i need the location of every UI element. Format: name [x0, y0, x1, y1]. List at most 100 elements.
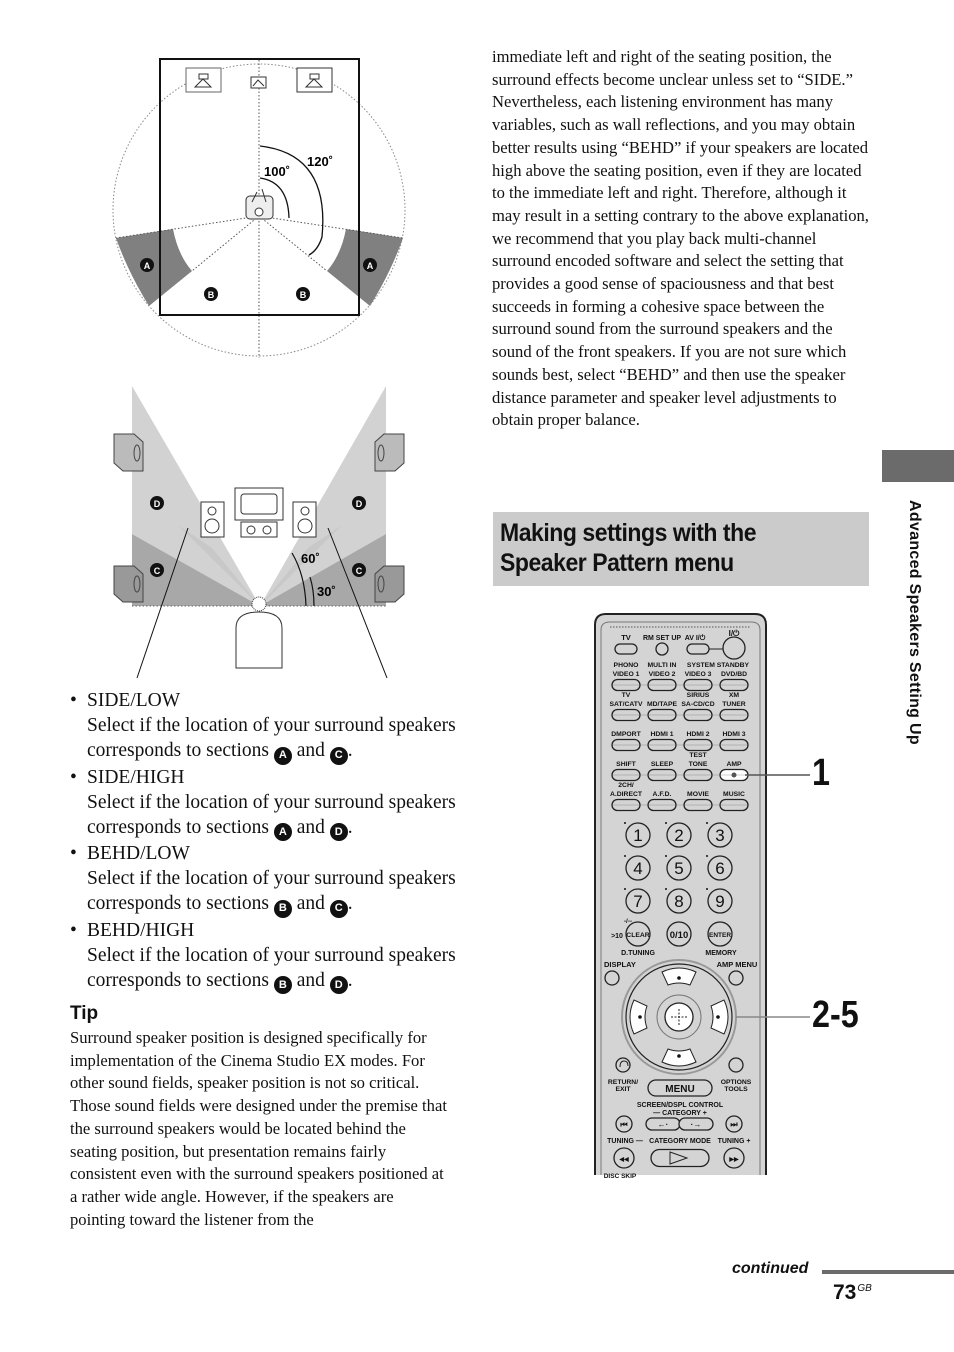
surround-high-right-speaker-icon — [374, 433, 405, 472]
options-tools-button[interactable] — [728, 1057, 744, 1073]
tv-label: TV — [621, 633, 631, 642]
options-tools-label: OPTIONS — [721, 1079, 752, 1086]
menu-label: MENU — [665, 1084, 694, 1095]
paragraph: Nevertheless, each listening environment… — [492, 92, 869, 430]
connector: and — [296, 740, 325, 761]
right-column-text: immediate left and right of the seating … — [492, 46, 872, 432]
rm-set-up-button[interactable] — [655, 642, 669, 656]
option-title: BEHD/LOW — [87, 843, 190, 864]
section-badge: C — [329, 746, 348, 765]
front-right-speaker-icon — [292, 501, 317, 538]
section-badge-b-left: B — [204, 287, 218, 301]
button-label: SLEEP — [651, 761, 674, 768]
speaker-position-diagram-top: 100˚ 120˚ A A B B — [112, 58, 406, 358]
enter-label: ENTER — [709, 932, 731, 939]
option-title: BEHD/HIGH — [87, 919, 195, 941]
category-mode-button[interactable] — [650, 1148, 710, 1168]
section-heading-line: Making settings with the — [500, 519, 757, 547]
button-label: AMP — [726, 761, 742, 768]
digit-label: 5 — [674, 859, 683, 878]
page-number: 73GB — [833, 1281, 872, 1305]
button-label: DVD/BD — [721, 671, 747, 678]
option-side-low: • SIDE/LOW Select if the location of you… — [70, 688, 470, 765]
svg-text:D: D — [356, 499, 363, 509]
zero-ten-label: 0/10 — [670, 930, 689, 941]
svg-text:B: B — [208, 290, 215, 300]
option-side-high: • SIDE/HIGH Select if the location of yo… — [70, 765, 470, 841]
speaker-height-diagram-bottom: 60˚ 30˚ D D C C — [113, 386, 405, 679]
button-label: SIRIUS — [687, 692, 710, 699]
display-button[interactable] — [604, 970, 620, 986]
amp-indicator-dot — [731, 772, 737, 778]
front-left-speaker-icon — [185, 67, 222, 93]
button-label: A.F.D. — [653, 791, 672, 798]
speaker-pattern-options: • SIDE/LOW Select if the location of you… — [70, 688, 470, 994]
digit-label: 6 — [715, 859, 724, 878]
section-heading: Making settings with the Speaker Pattern… — [500, 518, 756, 578]
button-label: MD/TAPE — [647, 701, 678, 708]
continued-label: continued — [732, 1260, 809, 1277]
front-left-speaker-icon — [200, 501, 225, 538]
bullet: • — [70, 690, 77, 711]
chapter-label: Advanced Speakers Setting Up — [906, 500, 923, 745]
surround-high-left-speaker-icon — [113, 433, 144, 472]
connector: and — [296, 816, 325, 838]
svg-text:A: A — [144, 261, 151, 271]
section-badge: A — [273, 823, 292, 841]
button-label: SHIFT — [616, 761, 636, 768]
amp-menu-button[interactable] — [728, 970, 744, 986]
clear-label: CLEAR — [626, 932, 650, 939]
surround-low-left-speaker-icon — [113, 565, 144, 603]
svg-text:C: C — [154, 566, 161, 576]
section-badge: B — [273, 899, 292, 918]
section-badge-a-left: A — [140, 258, 154, 272]
section-badge: C — [329, 899, 348, 918]
tuning-plus-label: TUNING + — [718, 1138, 751, 1145]
button-label: TUNER — [722, 701, 746, 708]
system-standby-button[interactable] — [722, 636, 746, 660]
system-standby-label: SYSTEM STANDBY — [687, 662, 750, 669]
button-label: TEST — [689, 752, 707, 759]
section-badge-c-left: C — [150, 563, 164, 577]
tv-button[interactable] — [614, 643, 638, 655]
svg-text:D: D — [154, 499, 161, 509]
angle-label-30: 30˚ — [317, 584, 336, 599]
memory-label: MEMORY — [705, 950, 737, 957]
option-title: SIDE/HIGH — [87, 766, 185, 788]
return-exit-label: EXIT — [615, 1086, 631, 1093]
button-label: TV — [622, 692, 631, 699]
d-tuning-label: D.TUNING — [621, 950, 655, 957]
button-label: DMPORT — [611, 731, 641, 738]
bullet: • — [70, 843, 77, 864]
fast-forward-icon: ▶▶ — [728, 1156, 739, 1163]
continued-rule — [822, 1270, 954, 1274]
section-badge-d-left: D — [150, 496, 164, 510]
av-power-button[interactable] — [686, 643, 710, 655]
bullet: • — [70, 766, 77, 788]
angle-label-60: 60˚ — [301, 551, 320, 566]
option-description: Select if the location of your surround … — [87, 868, 456, 914]
connector: and — [296, 893, 325, 914]
option-description: Select if the location of your surround … — [87, 791, 456, 838]
remote-control-illustration: TV RM SET UP AV I/⏻I/⏻SYSTEM STANDBYPHONOV… — [594, 613, 810, 1180]
button-label: MULTI IN — [648, 662, 677, 669]
digit-label: 2 — [674, 826, 683, 845]
disc-skip-label: DISC SKIP — [604, 1173, 637, 1180]
option-behd-low: • BEHD/LOW Select if the location of you… — [70, 841, 470, 918]
arrow-right-icon: ·→ — [691, 1120, 702, 1129]
angle-label-100: 100˚ — [264, 164, 290, 179]
page-suffix: GB — [857, 1283, 872, 1294]
options-tools-label: TOOLS — [724, 1086, 748, 1093]
category-mode-label: CATEGORY MODE — [649, 1138, 711, 1145]
section-badge-a-right: A — [363, 258, 377, 272]
connector: and — [296, 969, 325, 991]
button-label: HDMI 2 — [686, 731, 709, 738]
button-label: SA-CD/CD — [681, 701, 714, 708]
previous-icon: ⏮ — [620, 1120, 627, 1129]
button-label: A.DIRECT — [610, 791, 643, 798]
button-label: XM — [729, 692, 740, 699]
digit-label: 1 — [633, 826, 642, 845]
screen-dspl-control-label: SCREEN/DSPL CONTROL — [637, 1102, 724, 1109]
front-right-speaker-icon — [296, 67, 333, 93]
option-title: SIDE/LOW — [87, 690, 181, 711]
